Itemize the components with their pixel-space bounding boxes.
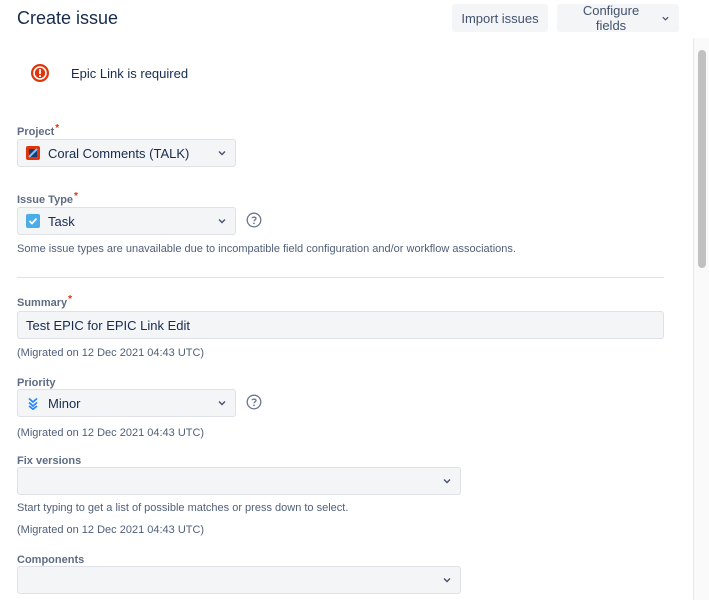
project-avatar-icon [26,146,40,160]
summary-input[interactable]: Test EPIC for EPIC Link Edit [17,311,664,339]
priority-label: Priority [17,376,56,390]
configure-fields-button[interactable]: Configure fields [557,3,679,33]
summary-value: Test EPIC for EPIC Link Edit [26,317,191,333]
components-label-text: Components [17,554,85,566]
components-label: Components [17,553,84,567]
error-message: Epic Link is required [30,63,188,83]
priority-minor-icon [28,397,38,410]
chevron-down-icon [443,578,451,583]
divider [17,277,664,278]
create-issue-dialog: Create issue Import issues Configure fie… [0,0,709,600]
issue-type-note: Some issue types are unavailable due to … [17,243,516,255]
error-text: Epic Link is required [71,65,189,81]
chevron-down-icon [443,479,451,484]
required-mark: * [55,123,60,134]
dialog-title: Create issue [17,8,119,28]
chevron-down-icon [218,151,226,156]
priority-select[interactable]: Minor [17,389,236,417]
issue-type-value: Task [48,213,75,229]
project-label: Project* [17,123,60,140]
chevron-down-icon [218,401,226,406]
project-select[interactable]: Coral Comments (TALK) [17,139,236,167]
help-icon[interactable] [246,212,262,228]
import-issues-label: Import issues [461,10,539,26]
priority-migrated-note: (Migrated on 12 Dec 2021 04:43 UTC) [17,427,205,439]
configure-fields-label: Configure fields [582,3,640,33]
issue-type-label: Issue Type* [17,191,78,208]
issue-type-label-text: Issue Type [17,194,74,206]
chevron-down-icon [662,16,669,21]
summary-migrated-note: (Migrated on 12 Dec 2021 04:43 UTC) [17,347,205,359]
components-select[interactable] [17,566,461,594]
project-value: Coral Comments (TALK) [48,145,190,161]
summary-label-text: Summary [17,297,68,309]
task-checkbox-icon [26,214,40,228]
scrollbar[interactable] [693,38,709,600]
fix-versions-hint: Start typing to get a list of possible m… [17,502,349,514]
import-issues-button[interactable]: Import issues [452,4,548,32]
fix-versions-select[interactable] [17,467,461,495]
summary-label: Summary* [17,294,73,311]
required-mark: * [68,294,73,305]
fix-versions-label: Fix versions [17,454,81,468]
scrollbar-thumb[interactable] [698,50,706,268]
project-label-text: Project [17,126,55,138]
priority-value: Minor [48,395,81,411]
help-icon[interactable] [246,394,262,410]
fix-versions-migrated-note: (Migrated on 12 Dec 2021 04:43 UTC) [17,524,205,536]
priority-label-text: Priority [17,377,56,389]
issue-type-select[interactable]: Task [17,207,236,235]
chevron-down-icon [218,219,226,224]
fix-versions-label-text: Fix versions [17,455,82,467]
error-icon [31,64,49,82]
required-mark: * [74,191,78,202]
